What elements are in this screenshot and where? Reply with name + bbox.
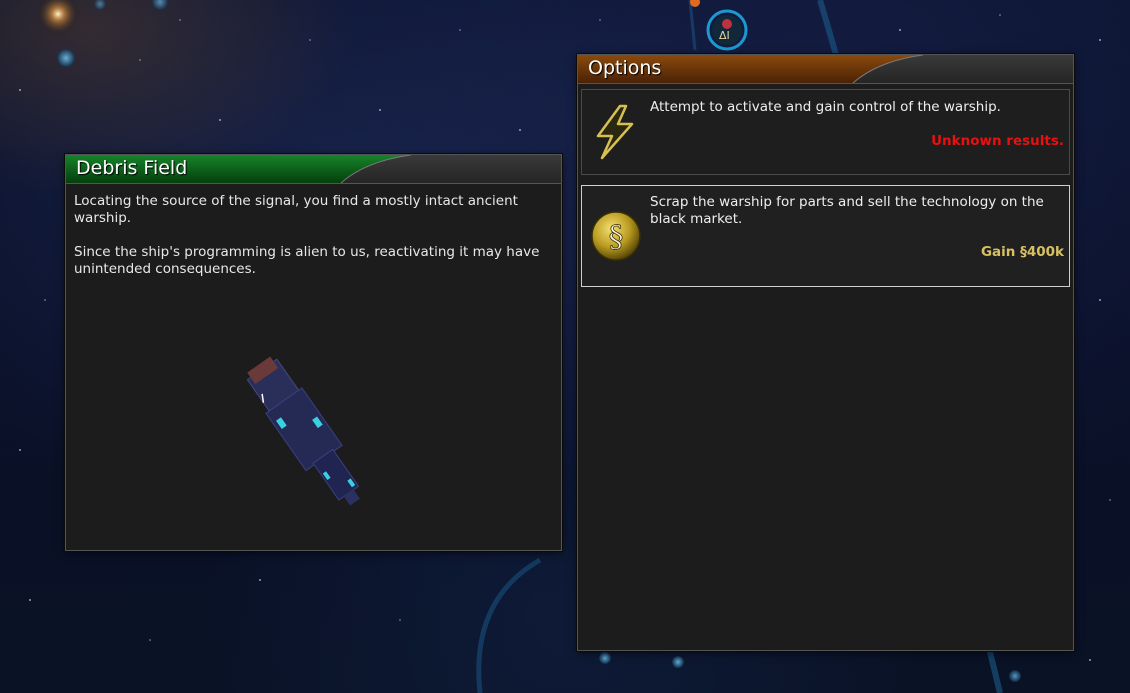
credits-coin-icon: § — [591, 211, 641, 261]
outpost-marker-icon[interactable]: ΔI — [706, 9, 748, 51]
event-description-2: Since the ship's programming is alien to… — [74, 244, 540, 277]
option-result: Unknown results. — [931, 133, 1064, 149]
event-description-1: Locating the source of the signal, you f… — [74, 193, 518, 226]
lightning-icon — [596, 104, 634, 160]
option-text: Scrap the warship for parts and sell the… — [650, 194, 1044, 227]
option-text: Attempt to activate and gain control of … — [650, 99, 1001, 115]
options-title: Options — [588, 57, 662, 79]
options-panel: Options Attempt to activate and gain con… — [577, 54, 1074, 651]
options-panel-header: Options — [578, 55, 1073, 84]
ancient-warship-image — [246, 356, 360, 506]
event-panel-header: Debris Field — [66, 155, 561, 184]
option-activate-warship[interactable]: Attempt to activate and gain control of … — [581, 89, 1070, 175]
option-scrap-warship[interactable]: § Scrap the warship for parts and sell t… — [581, 185, 1070, 287]
option-result: Gain §400k — [980, 244, 1064, 260]
svg-text:ΔI: ΔI — [719, 29, 730, 42]
event-title: Debris Field — [76, 157, 188, 179]
event-panel: Debris Field Locating the source of the … — [65, 154, 562, 551]
svg-text:§: § — [609, 220, 624, 255]
